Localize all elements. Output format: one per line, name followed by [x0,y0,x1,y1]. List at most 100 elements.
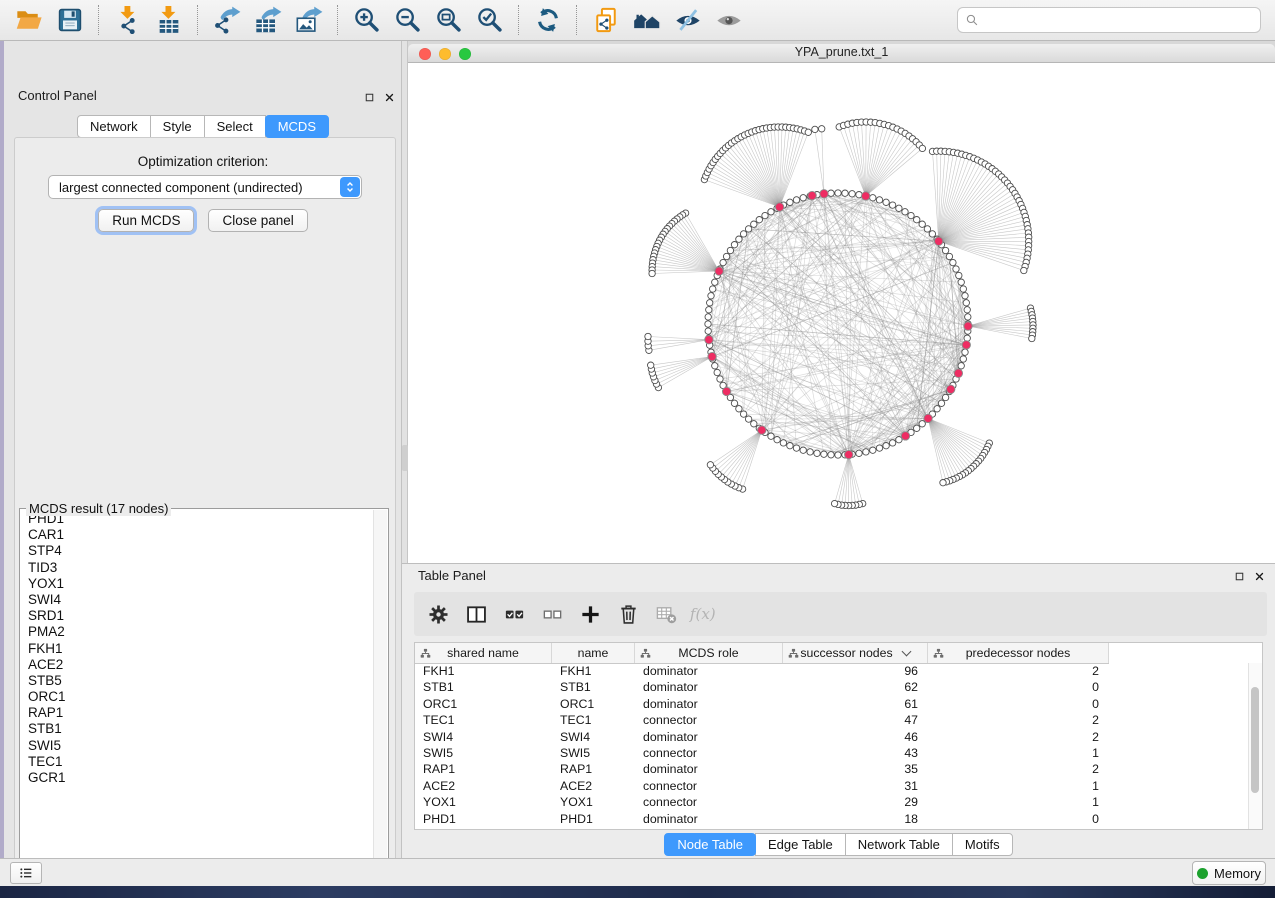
search-input[interactable] [984,12,1253,29]
graph-node[interactable] [705,321,711,327]
graph-node[interactable] [707,300,713,306]
search-box[interactable] [957,7,1261,33]
mcds-result-item[interactable]: STB1 [21,721,373,737]
graph-node[interactable] [723,253,729,259]
close-panel-icon[interactable] [382,90,397,105]
graph-node[interactable] [962,293,968,299]
tab-motifs[interactable]: Motifs [952,833,1013,856]
tab-edge-table[interactable]: Edge Table [755,833,846,856]
graph-node[interactable] [934,406,940,412]
graph-node[interactable] [919,221,925,227]
graph-node[interactable] [889,440,895,446]
column-header-shared-name[interactable]: shared name [415,643,552,663]
graph-mcds-node[interactable] [935,237,943,245]
graph-node[interactable] [828,452,834,458]
graph-node[interactable] [831,500,837,506]
table-row[interactable]: SWI4SWI4dominator462 [415,729,1249,745]
mcds-result-item[interactable]: SWI4 [21,592,373,608]
save-session-icon[interactable] [49,3,90,37]
tab-node-table[interactable]: Node Table [664,833,756,856]
graph-node[interactable] [807,449,813,455]
graph-node[interactable] [751,221,757,227]
graph-node[interactable] [793,197,799,203]
task-history-button[interactable] [10,862,42,884]
graph-node[interactable] [812,126,818,132]
graph-node[interactable] [705,314,711,320]
graph-node[interactable] [828,190,834,196]
mcds-result-list[interactable]: PHD1CAR1STP4TID3YOX1SWI4SRD1PMA2FKH1ACE2… [21,511,373,879]
table-close-icon[interactable] [1252,569,1267,584]
graph-node[interactable] [856,450,862,456]
table-scrollbar-thumb[interactable] [1251,687,1259,793]
table-row[interactable]: PHD1PHD1dominator180 [415,811,1249,827]
graph-node[interactable] [963,300,969,306]
add-icon[interactable] [574,598,606,630]
graph-node[interactable] [902,209,908,215]
graph-node[interactable] [960,356,966,362]
graph-node[interactable] [863,449,869,455]
mcds-result-item[interactable]: SRD1 [21,608,373,624]
graph-node[interactable] [956,272,962,278]
graph-mcds-node[interactable] [808,191,816,199]
graph-node[interactable] [800,447,806,453]
graph-mcds-node[interactable] [924,414,932,422]
graph-node[interactable] [883,199,889,205]
graph-node[interactable] [919,145,925,151]
memory-button[interactable]: Memory [1192,861,1266,885]
graph-mcds-node[interactable] [862,192,870,200]
table-row[interactable]: ORC1ORC1dominator610 [415,696,1249,712]
graph-node[interactable] [736,236,742,242]
select-all-icon[interactable] [498,598,530,630]
graph-mcds-node[interactable] [954,369,962,377]
refresh-icon[interactable] [527,3,568,37]
column-header-successor-nodes[interactable]: successor nodes [783,643,928,663]
graph-mcds-node[interactable] [845,450,853,458]
graph-mcds-node[interactable] [722,387,730,395]
tab-style[interactable]: Style [150,115,205,138]
graph-node[interactable] [756,217,762,223]
graph-node[interactable] [780,440,786,446]
duplicate-network-icon[interactable] [585,3,626,37]
graph-node[interactable] [712,363,718,369]
graph-node[interactable] [705,328,711,334]
network-canvas[interactable] [408,63,1275,563]
graph-node[interactable] [821,451,827,457]
column-header-name[interactable]: name [552,643,635,663]
table-row[interactable]: TEC1TEC1connector472 [415,712,1249,728]
graph-node[interactable] [870,195,876,201]
graph-node[interactable] [814,450,820,456]
close-panel-button[interactable]: Close panel [208,209,307,232]
show-all-icon[interactable] [708,3,749,37]
column-header-mcds-role[interactable]: MCDS role [635,643,783,663]
graph-mcds-node[interactable] [964,322,972,330]
graph-node[interactable] [710,286,716,292]
graph-node[interactable] [953,266,959,272]
tab-mcds[interactable]: MCDS [265,115,329,138]
mcds-result-item[interactable]: TEC1 [21,754,373,770]
zoom-selected-icon[interactable] [469,3,510,37]
graph-node[interactable] [717,376,723,382]
mcds-result-item[interactable]: RAP1 [21,705,373,721]
export-table-icon[interactable] [247,3,288,37]
table-row[interactable]: FKH1FKH1dominator962 [415,663,1249,679]
graph-node[interactable] [787,443,793,449]
graph-node[interactable] [889,202,895,208]
first-neighbors-icon[interactable] [626,3,667,37]
graph-mcds-node[interactable] [715,267,723,275]
mcds-result-item[interactable]: STP4 [21,543,373,559]
graph-node[interactable] [876,445,882,451]
graph-node[interactable] [649,270,655,276]
graph-node[interactable] [960,286,966,292]
table-scrollbar[interactable] [1248,663,1262,829]
table-row[interactable]: STB1STB1dominator620 [415,679,1249,695]
graph-node[interactable] [1021,267,1027,273]
deselect-all-icon[interactable] [536,598,568,630]
mcds-result-item[interactable]: STB5 [21,673,373,689]
graph-node[interactable] [964,307,970,313]
mcds-result-item[interactable]: SWI5 [21,738,373,754]
column-header-predecessor-nodes[interactable]: predecessor nodes [928,643,1109,663]
graph-node[interactable] [938,400,944,406]
graph-node[interactable] [707,462,713,468]
graph-node[interactable] [731,400,737,406]
mcds-result-item[interactable]: CAR1 [21,527,373,543]
